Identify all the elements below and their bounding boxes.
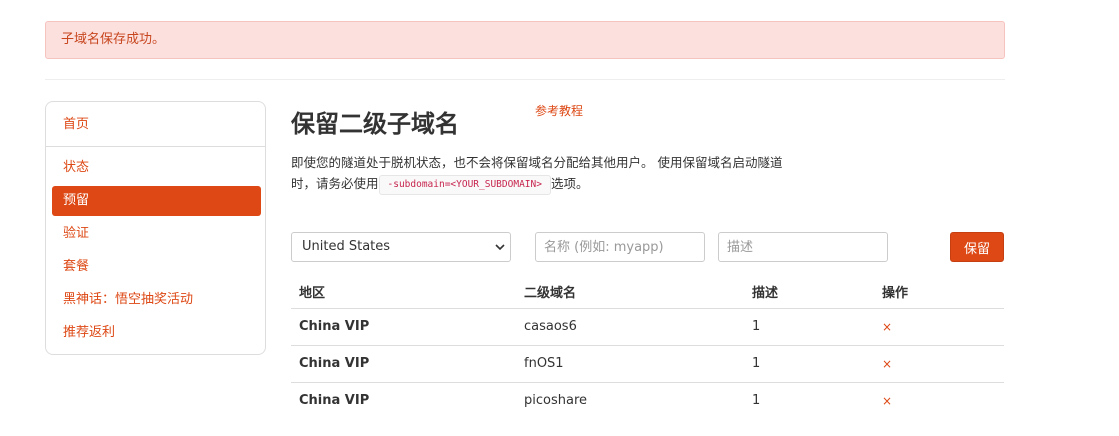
- tutorial-link[interactable]: 参考教程: [535, 102, 583, 119]
- description-input[interactable]: [718, 232, 888, 262]
- delete-icon[interactable]: ×: [882, 383, 892, 419]
- header-description: 描述: [752, 286, 779, 301]
- header-action: 操作: [882, 286, 909, 301]
- delete-icon[interactable]: ×: [882, 346, 892, 382]
- reserve-button[interactable]: 保留: [950, 232, 1004, 262]
- page-title: 保留二级子域名: [291, 110, 459, 138]
- table-row: China VIP picoshare 1 ×: [291, 382, 1004, 419]
- table-row: China VIP fnOS1 1 ×: [291, 345, 1004, 382]
- row-description: 1: [752, 319, 761, 334]
- sidebar-item-plans[interactable]: 套餐: [52, 252, 261, 282]
- delete-icon[interactable]: ×: [882, 309, 892, 345]
- name-input[interactable]: [535, 232, 705, 262]
- chevron-down-icon: [495, 244, 505, 251]
- row-description: 1: [752, 393, 761, 408]
- sidebar-item-referral[interactable]: 推荐返利: [52, 318, 261, 348]
- page-description: 即使您的隧道处于脱机状态，也不会将保留域名分配给其他用户。 使用保留域名启动隧道…: [291, 152, 851, 195]
- sidebar-item-reserved[interactable]: 预留: [52, 186, 261, 216]
- sidebar-item-home[interactable]: 首页: [52, 110, 261, 140]
- region-select[interactable]: United States: [291, 232, 511, 262]
- desc-line1: 即使您的隧道处于脱机状态，也不会将保留域名分配给其他用户。 使用保留域名启动隧道: [291, 155, 783, 170]
- success-alert: 子域名保存成功。: [45, 21, 1005, 59]
- sidebar-item-promo[interactable]: 黑神话：悟空抽奖活动: [52, 285, 261, 315]
- subdomain-code: -subdomain=<YOUR_SUBDOMAIN>: [378, 174, 551, 195]
- region-selected-value: United States: [302, 239, 391, 254]
- row-region: China VIP: [299, 356, 370, 371]
- alert-message: 子域名保存成功。: [61, 32, 166, 47]
- row-description: 1: [752, 356, 761, 371]
- row-subdomain: fnOS1: [524, 356, 564, 371]
- row-subdomain: casaos6: [524, 319, 577, 334]
- row-region: China VIP: [299, 319, 370, 334]
- desc-line2-prefix: 时，请务必使用: [291, 176, 379, 191]
- table-row: China VIP casaos6 1 ×: [291, 308, 1004, 345]
- sidebar-item-status[interactable]: 状态: [52, 153, 261, 183]
- sidebar-divider: [46, 146, 265, 147]
- header-subdomain: 二级域名: [524, 286, 577, 301]
- row-region: China VIP: [299, 393, 370, 408]
- header-region: 地区: [299, 286, 326, 301]
- row-subdomain: picoshare: [524, 393, 588, 408]
- sidebar: 首页 状态 预留 验证 套餐 黑神话：悟空抽奖活动 推荐返利: [45, 101, 266, 355]
- desc-line2-suffix: 选项。: [550, 176, 589, 191]
- sidebar-item-auth[interactable]: 验证: [52, 219, 261, 249]
- divider: [45, 79, 1005, 80]
